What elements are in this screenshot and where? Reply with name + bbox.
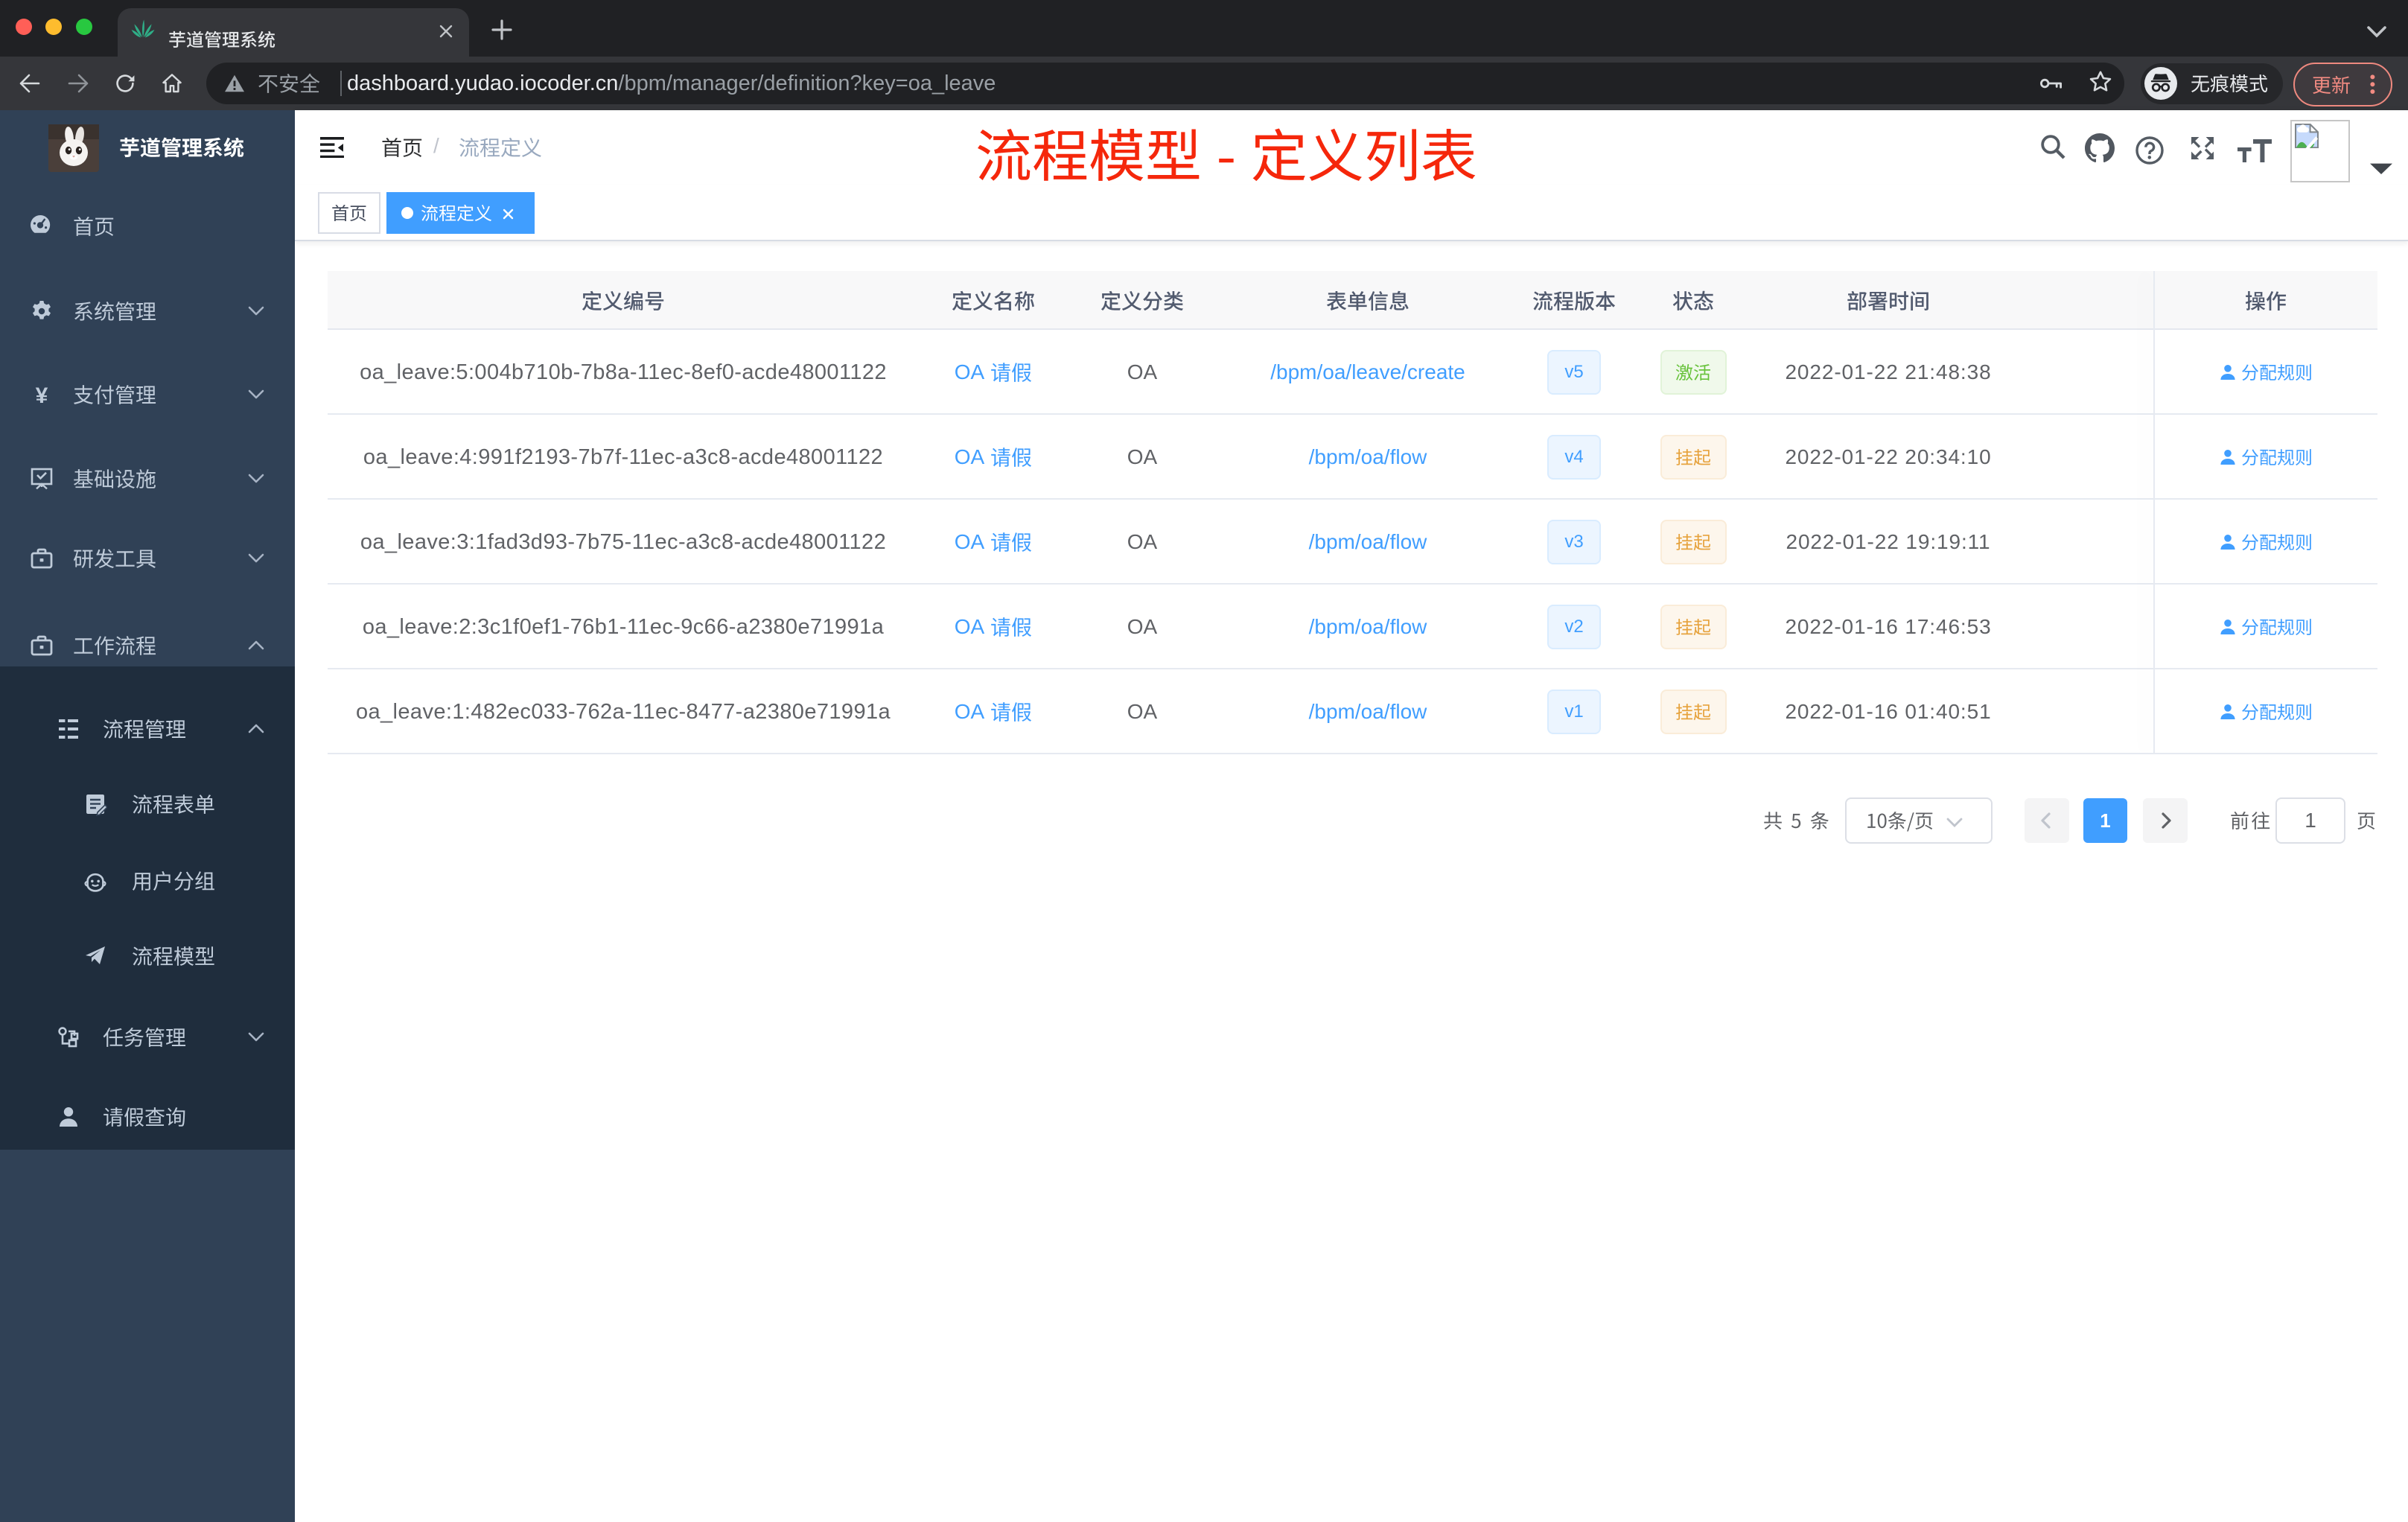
svg-text:¥: ¥ [36, 383, 48, 407]
